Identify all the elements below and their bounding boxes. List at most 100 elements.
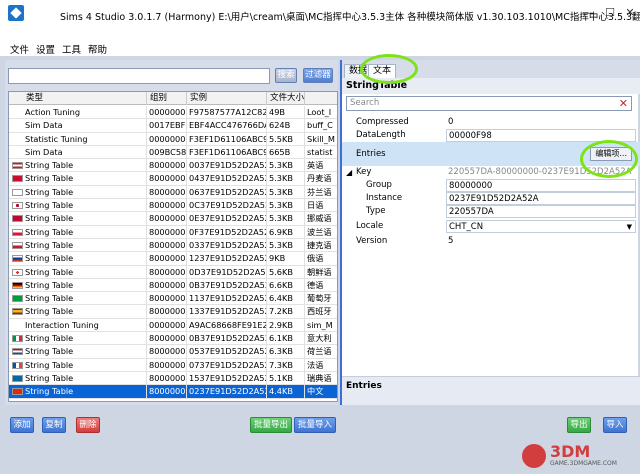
menu-settings[interactable]: 设置 — [36, 42, 55, 56]
cell-size: 5.3KB — [267, 159, 305, 173]
cell-type: String Table — [23, 252, 147, 266]
prop-group[interactable]: Group 80000000 — [342, 179, 640, 192]
search-button[interactable]: 搜索 — [275, 68, 297, 83]
cell-instance: 1337E91D52D2A52A — [189, 305, 267, 319]
prop-value[interactable]: 80000000 — [446, 179, 636, 192]
batch-import-button[interactable]: 批量导入 — [294, 417, 336, 433]
table-row[interactable]: String Table 80000000 1537E91D52D2A52A 5.1K… — [9, 371, 337, 386]
annotation-circle-edit — [580, 140, 638, 178]
cell-size: 6.3KB — [267, 345, 305, 359]
export-button[interactable]: 导出 — [567, 417, 591, 433]
clear-search-icon[interactable]: ✕ — [619, 97, 628, 110]
prop-label: DataLength — [356, 130, 406, 140]
annotation-circle-tab — [360, 54, 418, 84]
import-button[interactable]: 导入 — [603, 417, 627, 433]
table-row[interactable]: String Table 80000000 0637E91D52D2A52A 5.3K… — [9, 185, 337, 200]
menu-tools[interactable]: 工具 — [62, 42, 81, 56]
prop-instance[interactable]: Instance 0237E91D52D2A52A — [342, 192, 640, 205]
delete-button[interactable]: 删除 — [76, 417, 100, 433]
table-row[interactable]: String Table 80000000 0437E91D52D2A52A 5.3K… — [9, 172, 337, 186]
column-size[interactable]: 文件大小 — [267, 92, 305, 105]
cell-name: 日语 — [305, 199, 337, 212]
table-row[interactable]: Sim Data 0017EBF6 EBF4ACC476766DAF 624B buff… — [9, 119, 337, 133]
description-area: Entries — [342, 376, 640, 405]
table-row[interactable]: Statistic Tuning 00000000 F3EF1D61106ABC98… — [9, 132, 337, 146]
column-group[interactable]: 组别 — [147, 92, 187, 105]
batch-export-button[interactable]: 批量导出 — [250, 417, 292, 433]
table-row[interactable]: String Table 80000000 0237E91D52D2A52A 4.4K… — [9, 385, 337, 399]
cell-group: 009BC58E — [149, 145, 187, 159]
table-row[interactable]: String Table 80000000 1137E91D52D2A52A 6.4K… — [9, 292, 337, 306]
cell-instance: 0237E91D52D2A52A — [189, 385, 267, 399]
cell-name: 法语 — [305, 359, 337, 372]
table-row[interactable]: String Table 80000000 0F37E91D52D2A52A 6.9K… — [9, 225, 337, 239]
prop-label: Type — [366, 206, 386, 216]
property-search-input[interactable]: Search ✕ — [346, 96, 632, 111]
table-row[interactable]: String Table800000000B37E91D52D2A52A6.1K… — [9, 332, 337, 346]
cell-group: 0017EBF6 — [149, 119, 187, 133]
copy-button[interactable]: 复制 — [42, 417, 66, 433]
cell-group: 00000000 — [149, 106, 187, 119]
table-row[interactable]: Interaction Tuning 00000000 A9AC68668FE91E… — [9, 318, 337, 333]
cell-name: 德语 — [305, 279, 337, 292]
prop-value[interactable]: 5 — [446, 235, 636, 248]
table-row[interactable]: String Table 80000000 0537E91D52D2A52A 6.3K… — [9, 345, 337, 359]
table-row[interactable]: Action Tuning 00000000 F97587577A12C824 49B… — [9, 106, 337, 120]
table-row[interactable]: Sim Data009BC58EF3EF1D61106ABC98665Bstat… — [9, 145, 337, 160]
cell-instance: 0037E91D52D2A52A — [189, 159, 267, 173]
prop-value[interactable]: 220557DA — [446, 205, 636, 218]
cell-type: String Table — [23, 172, 147, 186]
table-row[interactable]: String Table 80000000 1337E91D52D2A52A 7.2K… — [9, 305, 337, 319]
flag-br-icon — [12, 295, 23, 303]
prop-datalength[interactable]: DataLength 00000F98 — [342, 129, 640, 142]
properties-pane: 数据 文本 StringTable Search ✕ Compressed 0 … — [340, 60, 640, 405]
menu-file[interactable]: 文件 — [10, 42, 29, 56]
table-row[interactable]: String Table 80000000 0337E91D52D2A52A 5.3K… — [9, 238, 337, 253]
cell-size: 665B — [267, 145, 305, 159]
minimize-icon[interactable]: — — [578, 6, 598, 20]
cell-name: 俄语 — [305, 252, 337, 265]
prop-value[interactable]: 0237E91D52D2A52A — [446, 192, 636, 205]
prop-label: Version — [356, 236, 388, 246]
table-row[interactable]: String Table 80000000 0E37E91D52D2A52A 5.3K… — [9, 212, 337, 226]
cell-type: String Table — [23, 238, 147, 252]
column-type[interactable]: 类型 — [23, 92, 147, 105]
column-name[interactable] — [305, 92, 337, 105]
close-icon[interactable]: ✕ — [620, 6, 640, 20]
cell-type: String Table — [23, 385, 147, 399]
cell-size: 6.1KB — [267, 332, 305, 346]
cell-group: 80000000 — [149, 345, 187, 359]
resource-search-input[interactable] — [8, 68, 270, 84]
flag-it-icon — [12, 335, 23, 343]
prop-version[interactable]: Version 5 — [342, 235, 640, 248]
cell-type: Sim Data — [23, 119, 147, 133]
cell-size: 2.9KB — [267, 318, 305, 332]
table-header: 类型 组别 实例 文件大小 — [9, 92, 337, 105]
collapse-icon[interactable]: ◢ — [346, 166, 352, 179]
menu-help[interactable]: 帮助 — [88, 42, 107, 56]
column-instance[interactable]: 实例 — [187, 92, 267, 105]
table-row[interactable]: String Table800000000C37E91D52D2A52A5.3K… — [9, 199, 337, 213]
flag-nl-icon — [12, 348, 23, 356]
table-row[interactable]: String Table 80000000 0737E91D52D2A52A 7.3K… — [9, 358, 337, 372]
locale-select[interactable]: CHT_CN ▼ — [446, 220, 636, 233]
filter-button[interactable]: 过滤器 — [303, 68, 333, 83]
cell-type: String Table — [23, 371, 147, 385]
cell-group: 80000000 — [149, 238, 187, 252]
cell-type: Action Tuning — [23, 106, 147, 119]
cell-size: 5.1KB — [267, 371, 305, 385]
prop-locale[interactable]: Locale CHT_CN ▼ — [342, 220, 640, 233]
cell-instance: F97587577A12C824 — [189, 106, 267, 119]
cell-instance: 0637E91D52D2A52A — [189, 185, 267, 199]
prop-type[interactable]: Type 220557DA — [342, 205, 640, 218]
table-row[interactable]: String Table800000000D37E91D52D2A52A5.6K… — [9, 265, 337, 279]
cell-instance: A9AC68668FE91E22 — [189, 318, 267, 332]
table-row[interactable]: String Table800000000B37E91D52D2A52A6.6K… — [9, 278, 337, 293]
add-button[interactable]: 添加 — [10, 417, 34, 433]
prop-compressed[interactable]: Compressed 0 — [342, 116, 640, 129]
maximize-icon[interactable]: ☐ — [600, 6, 620, 20]
table-row[interactable]: String Table 80000000 1237E91D52D2A52A 9KB 俄… — [9, 252, 337, 266]
table-row[interactable]: String Table 80000000 0037E91D52D2A52A 5.3K… — [9, 159, 337, 173]
cell-type: String Table — [23, 185, 147, 199]
prop-value[interactable]: 0 — [446, 116, 636, 129]
